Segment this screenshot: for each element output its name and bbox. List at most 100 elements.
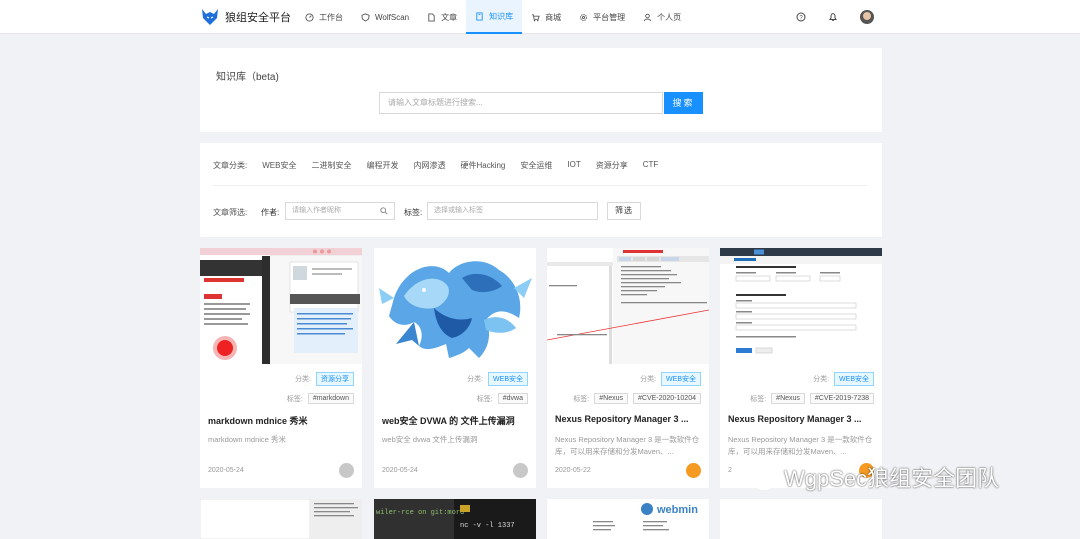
article-card-partial[interactable] (200, 499, 362, 539)
article-thumbnail (547, 248, 709, 364)
article-date: 2 (728, 467, 732, 474)
filter-card: 文章分类: WEB安全 二进制安全 编程开发 内网渗透 硬件Hacking 安全… (200, 143, 882, 237)
article-card[interactable]: 分类: 资源分享 标签: #markdown markdown mdnice 秀… (200, 248, 362, 488)
nav-label: 平台管理 (593, 12, 626, 22)
article-description: markdown mdnice 秀米 (208, 435, 286, 444)
category-badge[interactable]: WEB安全 (488, 372, 528, 386)
nav-label: 知识库 (489, 11, 514, 21)
article-category-row: 分类: WEB安全 (467, 372, 528, 386)
nav-item-shop[interactable]: 商城 (522, 0, 570, 34)
filter-button[interactable]: 筛选 (607, 202, 641, 220)
article-card[interactable]: 分类: WEB安全 标签: #dvwa web安全 DVWA 的 文件上传漏洞 … (374, 248, 536, 488)
article-card-partial[interactable]: webmin (547, 499, 709, 539)
shield-icon (361, 12, 370, 22)
category-security-ops[interactable]: 安全运维 (520, 160, 552, 171)
article-description: Nexus Repository Manager 3 是一款软件仓库，可以用来存… (728, 435, 873, 456)
article-date: 2020-05-22 (555, 467, 591, 474)
article-date: 2020-05-24 (382, 467, 418, 474)
tag-select-input[interactable]: 选择或输入标签 (427, 202, 598, 220)
author-input[interactable]: 请输入作者昵称 (285, 202, 395, 220)
tag-label: 标签: (404, 208, 423, 217)
tag-badge[interactable]: #markdown (307, 393, 354, 404)
page-title: 知识库（beta) (216, 72, 279, 83)
nav-label: 个人页 (657, 12, 682, 22)
tag-badge[interactable]: #CVE-2020-10204 (633, 393, 701, 404)
nav-item-articles[interactable]: 文章 (418, 0, 466, 34)
article-card-partial[interactable]: wiler-rce on git:mord nc -v -l 1337 (374, 499, 536, 539)
nav-item-dashboard[interactable]: 工作台 (296, 0, 352, 34)
article-description: web安全 dvwa 文件上传漏洞 (382, 435, 478, 444)
article-date: 2020-05-24 (208, 467, 244, 474)
nav-item-knowledge[interactable]: 知识库 (466, 0, 523, 34)
article-category-row: 分类: 资源分享 (295, 372, 354, 386)
category-programming[interactable]: 编程开发 (366, 160, 398, 171)
category-badge[interactable]: WEB安全 (834, 372, 874, 386)
search-button[interactable]: 搜索 (664, 92, 703, 114)
webmin-logo-text: webmin (656, 504, 698, 516)
nav-label: WolfScan (375, 12, 410, 22)
nav-item-profile[interactable]: 个人页 (634, 0, 690, 34)
book-icon (476, 11, 483, 21)
nav-label: 工作台 (319, 12, 343, 22)
tag-label: 标签: (286, 395, 303, 403)
author-avatar[interactable] (686, 463, 701, 478)
category-ctf[interactable]: CTF (643, 160, 659, 171)
article-title[interactable]: Nexus Repository Manager 3 ... (555, 414, 703, 424)
category-resource-sharing[interactable]: 资源分享 (596, 160, 628, 171)
nav-right-tools: ? (774, 0, 874, 34)
category-label: 分类: (295, 376, 311, 383)
brand-logo[interactable]: 狼组安全平台 (200, 8, 291, 26)
category-iot[interactable]: IOT (567, 160, 580, 171)
tag-badge[interactable]: #Nexus (594, 393, 628, 404)
top-navbar: 狼组安全平台 工作台 WolfScan 文章 知识库 商城 平台管理 个人页 ? (0, 0, 1080, 34)
category-label: 分类: (467, 376, 484, 383)
bell-icon[interactable] (828, 12, 838, 22)
article-title[interactable]: web安全 DVWA 的 文件上传漏洞 (382, 414, 530, 427)
article-card-partial[interactable] (720, 499, 882, 539)
filter-label: 文章筛选: (213, 208, 248, 217)
category-label: 文章分类: (213, 161, 248, 170)
user-icon (644, 13, 652, 21)
category-web-security[interactable]: WEB安全 (262, 160, 296, 171)
tag-badge[interactable]: #CVE-2019-7238 (809, 393, 874, 404)
brand-name: 狼组安全平台 (225, 12, 291, 24)
help-icon[interactable]: ? (796, 12, 806, 22)
article-tag-row: 标签: #dvwa (477, 393, 528, 404)
article-card[interactable]: 分类: WEB安全 标签: #Nexus #CVE-2020-10204 Nex… (547, 248, 709, 488)
article-title[interactable]: Nexus Repository Manager 3 ... (728, 414, 876, 424)
nav-item-wolfscan[interactable]: WolfScan (352, 0, 418, 34)
main-nav: 工作台 WolfScan 文章 知识库 商城 平台管理 个人页 (296, 0, 690, 34)
author-avatar[interactable] (513, 463, 528, 478)
tag-badge[interactable]: #dvwa (497, 393, 528, 404)
category-badge[interactable]: 资源分享 (316, 372, 354, 386)
category-badge[interactable]: WEB安全 (661, 372, 701, 386)
tag-badge[interactable]: #Nexus (771, 393, 805, 404)
category-binary-security[interactable]: 二进制安全 (311, 160, 351, 171)
article-thumbnail (374, 248, 536, 364)
article-tag-row: 标签: #Nexus #CVE-2019-7238 (750, 393, 874, 404)
article-category-row: 分类: WEB安全 (813, 372, 874, 386)
user-avatar[interactable] (860, 10, 874, 24)
article-card[interactable]: 分类: WEB安全 标签: #Nexus #CVE-2019-7238 Nexu… (720, 248, 882, 488)
article-category-row: 分类: WEB安全 (640, 372, 701, 386)
author-avatar[interactable] (339, 463, 354, 478)
nav-item-platform-admin[interactable]: 平台管理 (570, 0, 634, 34)
author-placeholder: 请输入作者昵称 (292, 207, 341, 214)
author-label: 作者: (261, 208, 280, 217)
article-title[interactable]: markdown mdnice 秀米 (208, 414, 356, 427)
article-thumbnail (720, 248, 882, 364)
tag-label: 标签: (573, 395, 590, 403)
tag-label: 标签: (750, 395, 767, 403)
dashboard-icon (305, 12, 314, 22)
watermark-text: WgpSec狼组安全团队 (784, 466, 1000, 491)
category-intranet-pentest[interactable]: 内网渗透 (413, 160, 445, 171)
article-thumbnail: wiler-rce on git:mord nc -v -l 1337 (374, 499, 536, 539)
terminal-line: wiler-rce on git:mord (376, 509, 464, 517)
tag-label: 标签: (476, 395, 493, 403)
category-hardware-hacking[interactable]: 硬件Hacking (460, 160, 505, 171)
divider (213, 185, 867, 186)
category-row: 文章分类: WEB安全 二进制安全 编程开发 内网渗透 硬件Hacking 安全… (213, 160, 673, 171)
wechat-watermark: WgpSec狼组安全团队 (742, 461, 999, 493)
article-thumbnail: webmin (547, 499, 709, 539)
article-search-input[interactable]: 请输入文章标题进行搜索... (379, 92, 663, 114)
